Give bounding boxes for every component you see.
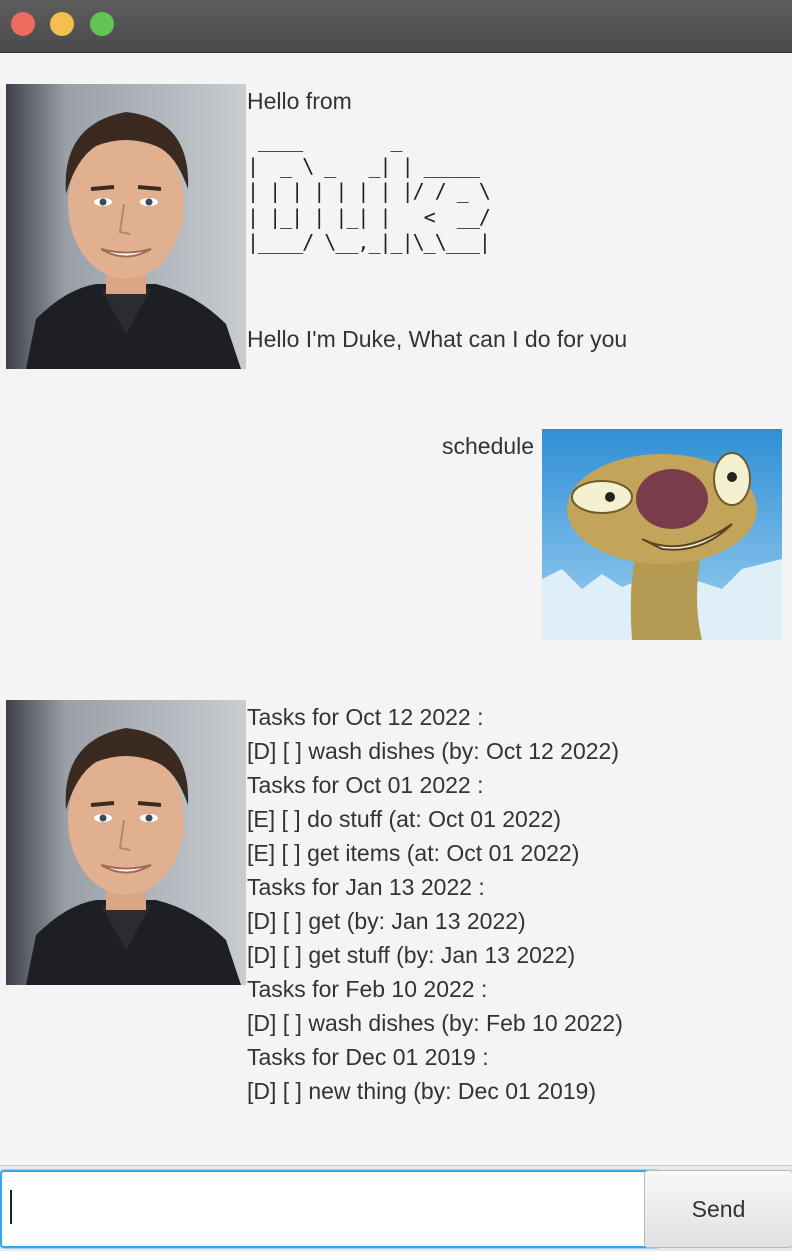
duke-greeting-text: Hello from [247, 88, 352, 114]
task-line: [D] [ ] new thing (by: Dec 01 2019) [247, 1078, 597, 1104]
message-input[interactable] [0, 1170, 660, 1248]
task-line: Tasks for Dec 01 2019 : [247, 1044, 489, 1070]
duke-intro-text: Hello I'm Duke, What can I do for you [247, 326, 628, 352]
duke-avatar [6, 700, 246, 985]
zoom-window-button[interactable] [90, 12, 114, 36]
title-bar [0, 0, 792, 53]
duke-ascii-logo: ____ _ | _ \ _ _| | _____ | | | | | | | … [247, 128, 491, 255]
task-line: [E] [ ] get items (at: Oct 01 2022) [247, 840, 580, 866]
task-line: Tasks for Oct 12 2022 : [247, 704, 484, 730]
user-avatar [542, 429, 782, 640]
task-line: [D] [ ] wash dishes (by: Feb 10 2022) [247, 1010, 623, 1036]
duke-portrait-icon [6, 700, 246, 985]
minimize-window-button[interactable] [50, 12, 74, 36]
user-message-text: schedule [442, 433, 535, 459]
duke-portrait-icon [6, 84, 246, 369]
task-line: Tasks for Oct 01 2022 : [247, 772, 484, 798]
task-line: [D] [ ] get (by: Jan 13 2022) [247, 908, 526, 934]
text-caret [10, 1190, 12, 1224]
send-button[interactable]: Send [644, 1170, 792, 1248]
input-bar: Send [0, 1165, 792, 1251]
dialog-container[interactable]: Hello from ____ _ | _ \ _ _| | _____ | |… [0, 53, 792, 1165]
duke-avatar [6, 84, 246, 369]
task-line: [D] [ ] wash dishes (by: Oct 12 2022) [247, 738, 619, 764]
task-line: Tasks for Jan 13 2022 : [247, 874, 485, 900]
task-line: [D] [ ] get stuff (by: Jan 13 2022) [247, 942, 576, 968]
sloth-portrait-icon [542, 429, 782, 640]
task-line: [E] [ ] do stuff (at: Oct 01 2022) [247, 806, 562, 832]
task-line: Tasks for Feb 10 2022 : [247, 976, 488, 1002]
close-window-button[interactable] [11, 12, 35, 36]
